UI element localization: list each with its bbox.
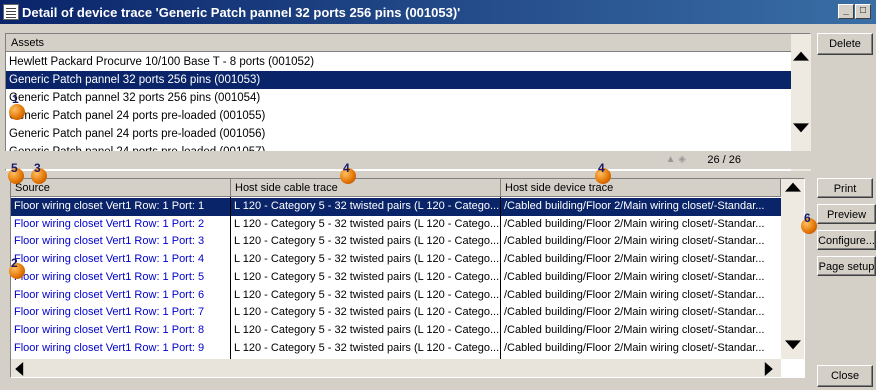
delete-button[interactable]: Delete — [817, 33, 873, 55]
device-trace-cell: /Cabled building/Floor 2/Main wiring clo… — [504, 323, 765, 336]
asset-row[interactable]: Hewlett Packard Procurve 10/100 Base T -… — [6, 53, 791, 71]
device-trace-cell: /Cabled building/Floor 2/Main wiring clo… — [504, 235, 765, 248]
asset-row[interactable]: Generic Patch pannel 32 ports 256 pins (… — [6, 71, 791, 89]
callout-number-4a: 4 — [343, 161, 350, 175]
scroll-right-button[interactable] — [759, 360, 777, 377]
device-trace-cell: /Cabled building/Floor 2/Main wiring clo… — [504, 270, 765, 283]
trace-vertical-scrollbar[interactable] — [781, 179, 804, 359]
callout-number-4b: 4 — [598, 161, 605, 175]
cable-trace-cell: L 120 - Category 5 - 32 twisted pairs (L… — [234, 288, 500, 301]
cable-trace-cell: L 120 - Category 5 - 32 twisted pairs (L… — [234, 235, 500, 248]
scroll-left-button[interactable] — [11, 360, 29, 377]
callout-marker-1 — [9, 104, 25, 120]
table-row[interactable]: Floor wiring closet Vert1 Row: 1 Port: 9… — [11, 340, 781, 358]
source-cell: Floor wiring closet Vert1 Row: 1 Port: 3 — [14, 235, 205, 248]
page-setup-button[interactable]: Page setup — [817, 256, 876, 276]
minimize-button[interactable]: _ — [838, 4, 854, 19]
device-trace-cell: /Cabled building/Floor 2/Main wiring clo… — [504, 306, 765, 319]
record-counter-bar: ▲ ◈ 26 / 26 — [5, 151, 811, 169]
table-row[interactable]: Floor wiring closet Vert1 Row: 1 Port: 7… — [11, 304, 781, 322]
column-header-device-trace[interactable]: Host side device trace — [501, 179, 781, 197]
asset-row[interactable]: Generic Patch panel 24 ports pre-loaded … — [6, 107, 791, 125]
arrow-down-icon — [793, 123, 809, 133]
source-cell: Floor wiring closet Vert1 Row: 1 Port: 6 — [14, 288, 205, 301]
asset-row[interactable]: Generic Patch panel 24 ports pre-loaded … — [6, 125, 791, 143]
cable-trace-cell: L 120 - Category 5 - 32 twisted pairs (L… — [234, 341, 500, 354]
table-row[interactable]: Floor wiring closet Vert1 Row: 1 Port: 6… — [11, 287, 781, 305]
cable-trace-cell: L 120 - Category 5 - 32 twisted pairs (L… — [234, 253, 500, 266]
table-row[interactable]: Floor wiring closet Vert1 Row: 1 Port: 4… — [11, 251, 781, 269]
cable-trace-cell: L 120 - Category 5 - 32 twisted pairs (L… — [234, 217, 500, 230]
trace-horizontal-scrollbar[interactable] — [11, 359, 781, 377]
table-row[interactable]: Floor wiring closet Vert1 Row: 1 Port: 8… — [11, 322, 781, 340]
trace-window: Detail of device trace 'Generic Patch pa… — [0, 0, 876, 390]
cable-trace-cell: L 120 - Category 5 - 32 twisted pairs (L… — [234, 306, 500, 319]
source-cell: Floor wiring closet Vert1 Row: 1 Port: 2 — [14, 217, 205, 230]
window-title: Detail of device trace 'Generic Patch pa… — [22, 5, 461, 20]
table-icon — [3, 4, 19, 20]
preview-button[interactable]: Preview — [817, 204, 876, 224]
scroll-down-button[interactable] — [783, 335, 803, 353]
table-row[interactable]: Floor wiring closet Vert1 Row: 1 Port: 2… — [11, 216, 781, 234]
cable-trace-cell: L 120 - Category 5 - 32 twisted pairs (L… — [234, 200, 500, 212]
arrow-right-icon — [764, 361, 773, 376]
device-trace-cell: /Cabled building/Floor 2/Main wiring clo… — [504, 288, 765, 301]
callout-number-3: 3 — [34, 161, 41, 175]
maximize-button[interactable]: □ — [855, 4, 871, 19]
arrow-down-icon — [785, 340, 801, 350]
asset-row[interactable]: Generic Patch pannel 32 ports 256 pins (… — [6, 89, 791, 107]
scroll-up-button[interactable] — [783, 179, 803, 197]
device-trace-cell: /Cabled building/Floor 2/Main wiring clo… — [504, 200, 765, 212]
scroll-up-button[interactable] — [792, 46, 810, 68]
source-cell: Floor wiring closet Vert1 Row: 1 Port: 5 — [14, 270, 205, 283]
assets-header-label: Assets — [11, 37, 45, 49]
callout-number-5: 5 — [11, 161, 18, 175]
configure-button[interactable]: Configure... — [817, 230, 876, 250]
arrow-left-icon — [15, 361, 24, 376]
column-divider — [500, 197, 501, 359]
table-row[interactable]: Floor wiring closet Vert1 Row: 1 Port: 1… — [11, 198, 781, 216]
title-bar[interactable]: Detail of device trace 'Generic Patch pa… — [0, 0, 876, 24]
source-cell: Floor wiring closet Vert1 Row: 1 Port: 7 — [14, 306, 205, 319]
scroll-top-spacer — [791, 34, 811, 46]
source-cell: Floor wiring closet Vert1 Row: 1 Port: 9 — [14, 341, 205, 354]
arrow-up-icon — [785, 182, 801, 192]
filter-icon[interactable]: ▲ ◈ — [666, 154, 686, 165]
trace-table: Source Host side cable trace Host side d… — [10, 178, 805, 378]
print-button[interactable]: Print — [817, 178, 873, 198]
scroll-down-button[interactable] — [792, 116, 810, 138]
callout-number-6: 6 — [804, 211, 811, 225]
source-cell: Floor wiring closet Vert1 Row: 1 Port: 4 — [14, 253, 205, 266]
callout-number-2: 2 — [11, 256, 18, 270]
column-divider — [230, 197, 231, 359]
record-counter: 26 / 26 — [707, 154, 741, 166]
close-button[interactable]: Close — [817, 365, 873, 387]
arrow-up-icon — [793, 51, 809, 61]
source-cell: Floor wiring closet Vert1 Row: 1 Port: 1 — [14, 200, 205, 212]
device-trace-cell: /Cabled building/Floor 2/Main wiring clo… — [504, 217, 765, 230]
assets-column-header[interactable]: Assets — [6, 34, 791, 52]
table-row[interactable]: Floor wiring closet Vert1 Row: 1 Port: 3… — [11, 233, 781, 251]
cable-trace-cell: L 120 - Category 5 - 32 twisted pairs (L… — [234, 270, 500, 283]
cable-trace-cell: L 120 - Category 5 - 32 twisted pairs (L… — [234, 323, 500, 336]
source-cell: Floor wiring closet Vert1 Row: 1 Port: 8 — [14, 323, 205, 336]
callout-number-1: 1 — [12, 92, 19, 106]
table-row[interactable]: Floor wiring closet Vert1 Row: 1 Port: 5… — [11, 269, 781, 287]
column-header-cable-trace[interactable]: Host side cable trace — [231, 179, 501, 197]
device-trace-cell: /Cabled building/Floor 2/Main wiring clo… — [504, 341, 765, 354]
device-trace-cell: /Cabled building/Floor 2/Main wiring clo… — [504, 253, 765, 266]
